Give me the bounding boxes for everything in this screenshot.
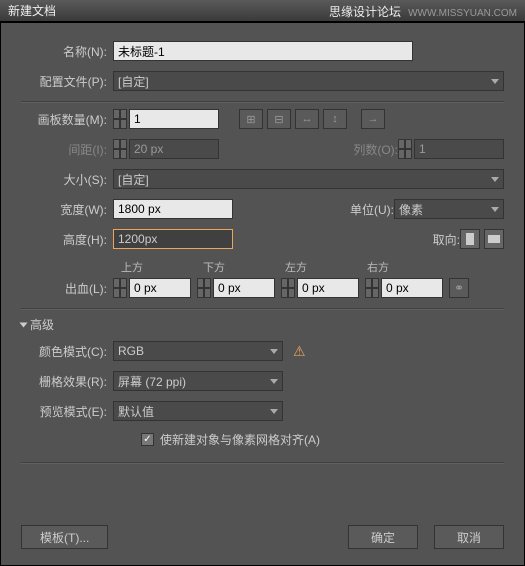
chevron-down-icon xyxy=(270,349,278,354)
color-mode-select[interactable]: RGB xyxy=(113,341,283,361)
title-bar: 新建文档 思缘设计论坛 WWW.MISSYUAN.COM xyxy=(0,0,525,22)
bleed-headers: 上方 下方 左方 右方 xyxy=(121,259,504,275)
bleed-label: 出血(L): xyxy=(21,280,107,297)
orient-landscape-button[interactable] xyxy=(484,229,504,249)
bleed-left-stepper[interactable] xyxy=(281,278,295,298)
link-icon[interactable]: ⚭ xyxy=(449,278,469,298)
spacing-label: 间距(I): xyxy=(21,141,107,158)
profile-label: 配置文件(P): xyxy=(21,73,107,90)
chevron-down-icon xyxy=(270,409,278,414)
columns-input xyxy=(414,139,504,159)
separator xyxy=(21,308,504,310)
grid-col-icon[interactable]: ⊟ xyxy=(267,109,291,129)
artboards-input[interactable] xyxy=(129,109,219,129)
advanced-label: 高级 xyxy=(30,316,54,333)
warning-icon: ⚠ xyxy=(293,343,306,360)
color-mode-label: 颜色模式(C): xyxy=(21,343,107,360)
chevron-down-icon xyxy=(270,379,278,384)
separator xyxy=(21,101,504,103)
name-input[interactable] xyxy=(113,41,413,61)
bleed-top-stepper[interactable] xyxy=(113,278,127,298)
cancel-button[interactable]: 取消 xyxy=(434,525,504,549)
arrow-right-icon[interactable]: → xyxy=(361,109,385,129)
spacing-stepper xyxy=(113,139,127,159)
artboards-stepper[interactable] xyxy=(113,109,127,129)
width-label: 宽度(W): xyxy=(21,201,107,218)
ok-button[interactable]: 确定 xyxy=(348,525,418,549)
raster-select[interactable]: 屏幕 (72 ppi) xyxy=(113,371,283,391)
bleed-left-input[interactable] xyxy=(297,278,359,298)
artboards-label: 画板数量(M): xyxy=(21,111,107,128)
chevron-down-icon xyxy=(491,207,499,212)
name-label: 名称(N): xyxy=(21,43,107,60)
separator xyxy=(21,462,504,464)
arrange-rtl-icon[interactable]: ↔ xyxy=(295,109,319,129)
align-grid-checkbox[interactable]: ✓ xyxy=(141,433,154,446)
bleed-top-input[interactable] xyxy=(129,278,191,298)
profile-select[interactable]: [自定] xyxy=(113,71,504,91)
columns-label: 列数(O): xyxy=(338,141,398,158)
preview-select[interactable]: 默认值 xyxy=(113,401,283,421)
chevron-down-icon xyxy=(491,79,499,84)
size-select[interactable]: [自定] xyxy=(113,169,504,189)
bleed-right-input[interactable] xyxy=(381,278,443,298)
width-input[interactable] xyxy=(113,199,233,219)
bleed-bottom-stepper[interactable] xyxy=(197,278,211,298)
dialog-title: 新建文档 xyxy=(8,2,56,19)
units-select[interactable]: 像素 xyxy=(394,199,504,219)
template-button[interactable]: 模板(T)... xyxy=(21,525,108,549)
chevron-down-icon xyxy=(491,177,499,182)
orient-portrait-button[interactable] xyxy=(460,229,480,249)
size-label: 大小(S): xyxy=(21,171,107,188)
bleed-right-stepper[interactable] xyxy=(365,278,379,298)
units-label: 单位(U): xyxy=(334,201,394,218)
preview-label: 预览模式(E): xyxy=(21,403,107,420)
spacing-input xyxy=(129,139,219,159)
bleed-bottom-input[interactable] xyxy=(213,278,275,298)
orient-label: 取向: xyxy=(414,231,460,248)
height-input[interactable] xyxy=(113,229,233,249)
grid-row-icon[interactable]: ⊞ xyxy=(239,109,263,129)
align-grid-label: 使新建对象与像素网格对齐(A) xyxy=(160,431,320,448)
disclosure-triangle-icon[interactable] xyxy=(20,322,28,327)
arrange-ltr-icon[interactable]: ↕ xyxy=(323,109,347,129)
columns-stepper xyxy=(398,139,412,159)
raster-label: 栅格效果(R): xyxy=(21,373,107,390)
watermark: 思缘设计论坛 WWW.MISSYUAN.COM xyxy=(329,3,517,20)
dialog-body: 名称(N): 配置文件(P): [自定] 画板数量(M): ⊞ ⊟ ↔ ↕ → … xyxy=(0,22,525,566)
height-label: 高度(H): xyxy=(21,231,107,248)
